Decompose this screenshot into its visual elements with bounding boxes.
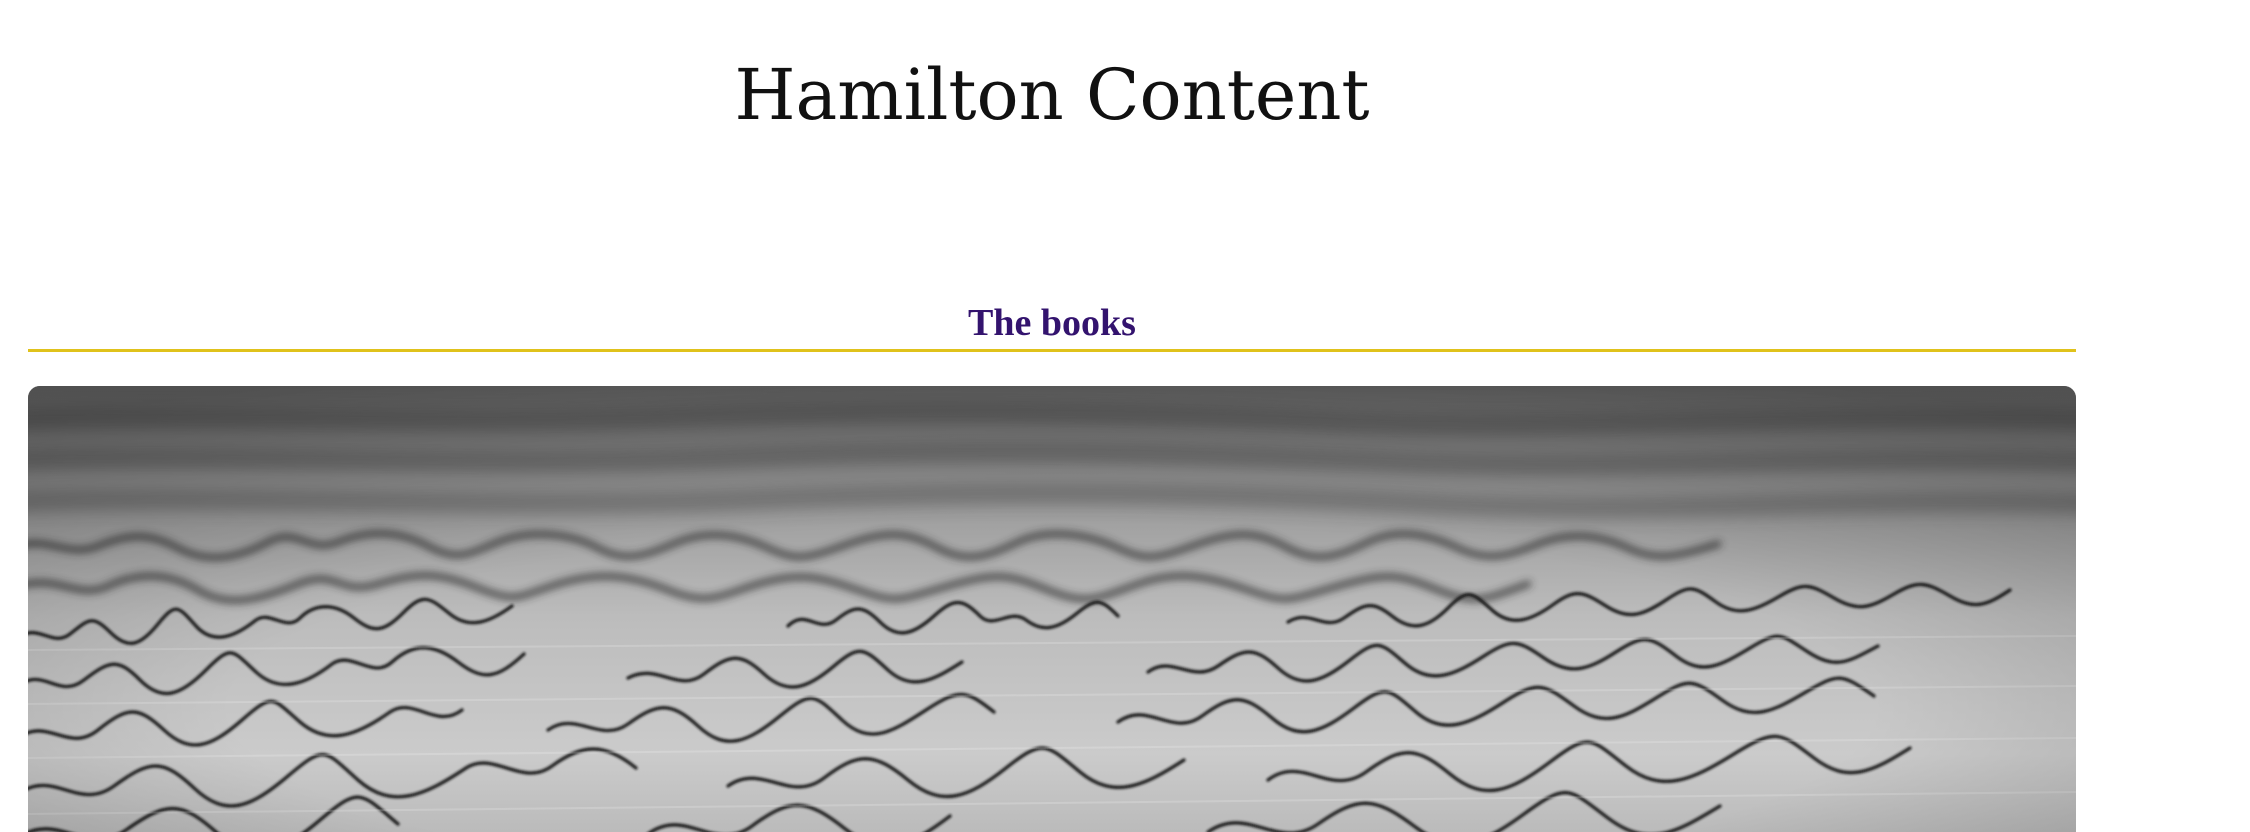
section-heading: The books: [968, 302, 1136, 344]
handwritten-letter-image: [28, 386, 2076, 832]
section-divider: [28, 349, 2076, 352]
books-section: The books: [28, 300, 2076, 352]
site-title: Hamilton Content: [734, 54, 1370, 136]
handwriting-photo-icon: [28, 386, 2076, 832]
